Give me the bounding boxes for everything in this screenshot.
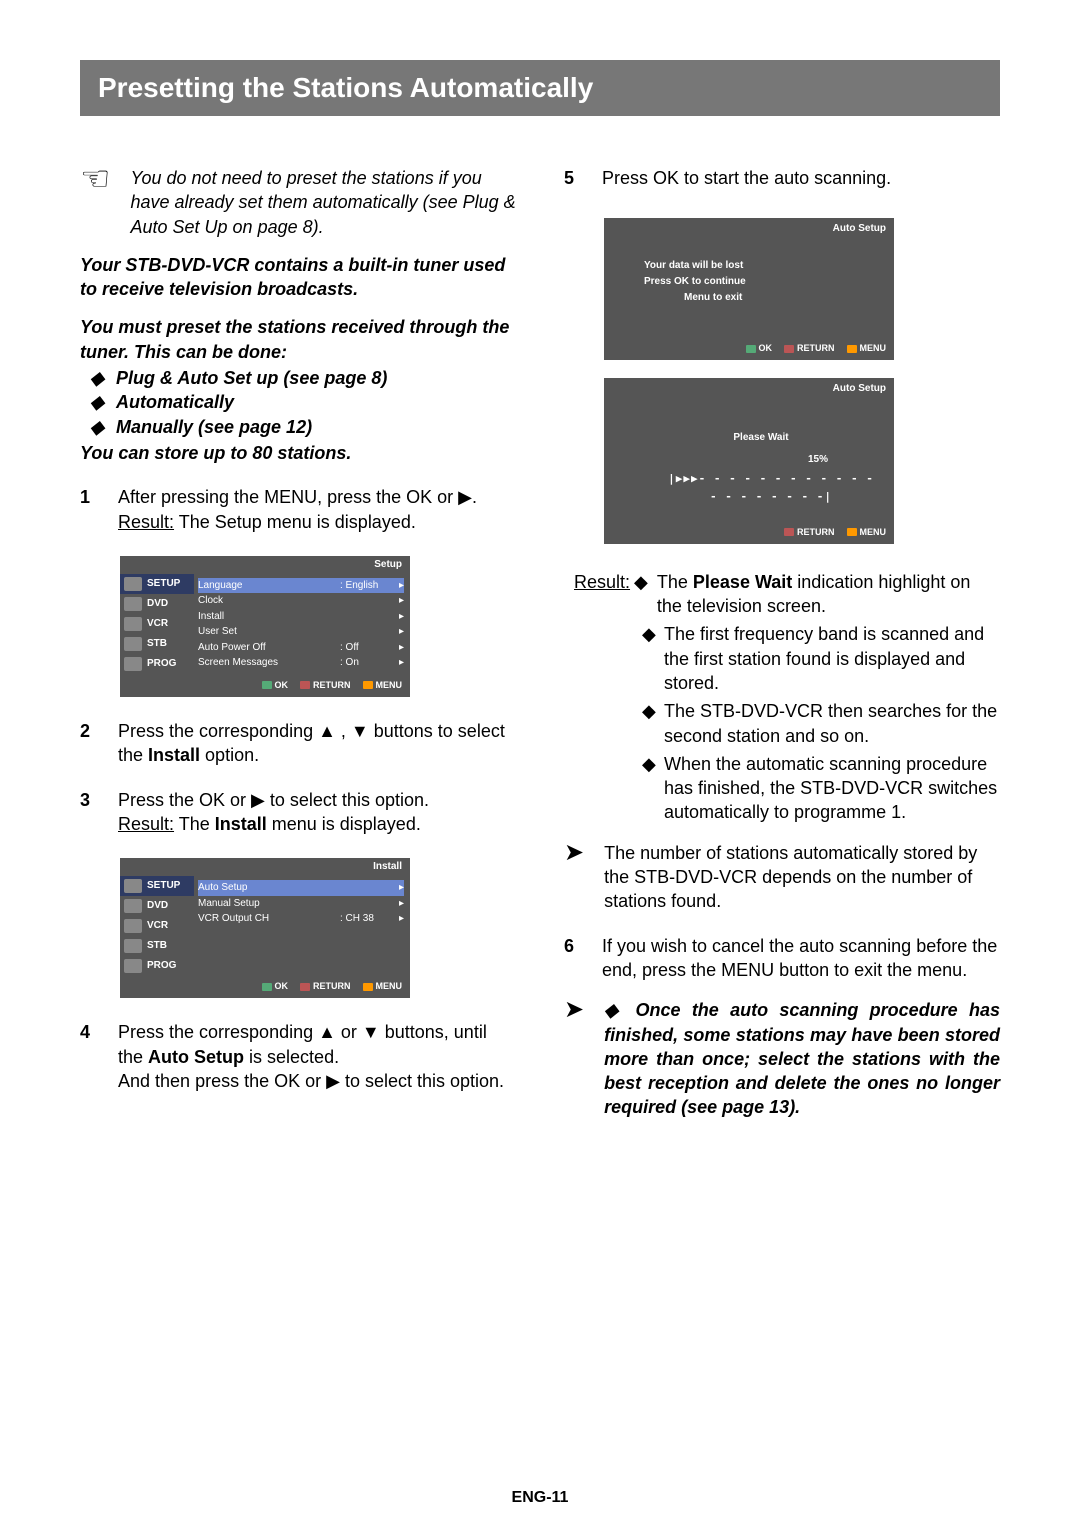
return-hint: RETURN bbox=[300, 679, 351, 691]
gear-icon bbox=[124, 577, 142, 591]
vcr-icon bbox=[124, 919, 142, 933]
content-columns: ☜ You do not need to preset the stations… bbox=[80, 166, 1000, 1120]
page-title: Presetting the Stations Automatically bbox=[80, 60, 1000, 116]
vcr-icon bbox=[124, 617, 142, 631]
step-text: After pressing the MENU, press the OK or… bbox=[118, 485, 477, 534]
as-line: Your data will be lost bbox=[644, 258, 878, 274]
method-item: Plug & Auto Set up (see page 8) bbox=[116, 366, 516, 390]
osd-side-setup: SETUP bbox=[120, 574, 194, 594]
hand-icon: ☜ bbox=[80, 162, 110, 235]
ok-hint: OK bbox=[262, 679, 289, 691]
step-text: Press the OK or ▶ to select this option.… bbox=[118, 788, 429, 837]
gear-icon bbox=[124, 879, 142, 893]
after-result-note: ➤ The number of stations automatically s… bbox=[564, 841, 1000, 914]
stb-icon bbox=[124, 637, 142, 651]
arrow-icon: ➤ bbox=[564, 998, 584, 1119]
result-item: When the automatic scanning procedure ha… bbox=[642, 752, 1000, 825]
page-footer: ENG-11 bbox=[0, 1489, 1080, 1507]
result-block: Result: ◆ The Please Wait indication hig… bbox=[564, 570, 1000, 825]
osd-header: Auto Setup bbox=[604, 218, 894, 238]
step-text: Press the corresponding ▲ or ▼ buttons, … bbox=[118, 1020, 516, 1093]
step-text: Press the corresponding ▲ , ▼ buttons to… bbox=[118, 719, 516, 768]
osd-side-prog: PROG bbox=[120, 654, 194, 674]
step-number: 6 bbox=[564, 934, 584, 983]
method-item: Automatically bbox=[116, 390, 516, 414]
method-item: Manually (see page 12) bbox=[116, 415, 516, 439]
step-number: 5 bbox=[564, 166, 584, 190]
diamond-bullet: ◆ bbox=[604, 1000, 635, 1020]
intro-note: You do not need to preset the stations i… bbox=[130, 166, 516, 239]
stb-icon bbox=[124, 939, 142, 953]
step-1-line: After pressing the MENU, press the OK or… bbox=[118, 487, 477, 507]
osd-setup-screen: Setup SETUP DVD VCR STB PROG Language: E… bbox=[120, 556, 410, 697]
result-label: Result: bbox=[574, 570, 630, 619]
step-1: 1 After pressing the MENU, press the OK … bbox=[80, 485, 516, 534]
osd-autosetup-confirm: Auto Setup Your data will be lost Press … bbox=[604, 218, 894, 360]
osd-header: Install bbox=[120, 858, 410, 876]
osd-side-vcr: VCR bbox=[120, 614, 194, 634]
result-text: The Setup menu is displayed. bbox=[174, 512, 416, 532]
osd-footer: OK RETURN MENU bbox=[120, 976, 410, 998]
result-item: The first frequency band is scanned and … bbox=[642, 622, 1000, 695]
step-number: 4 bbox=[80, 1020, 100, 1093]
result-item: The STB-DVD-VCR then searches for the se… bbox=[642, 699, 1000, 748]
intro-2: You must preset the stations received th… bbox=[80, 315, 516, 364]
osd-header: Auto Setup bbox=[604, 378, 894, 398]
dvd-icon bbox=[124, 899, 142, 913]
methods-list: Plug & Auto Set up (see page 8) Automati… bbox=[80, 366, 516, 439]
osd-sidebar: SETUP DVD VCR STB PROG bbox=[120, 574, 194, 675]
osd-header: Setup bbox=[120, 556, 410, 574]
menu-hint: MENU bbox=[363, 679, 403, 691]
progress-percent: 15% bbox=[644, 452, 878, 468]
step-number: 2 bbox=[80, 719, 100, 768]
step-text: If you wish to cancel the auto scanning … bbox=[602, 934, 1000, 983]
prog-icon bbox=[124, 657, 142, 671]
osd-main: Language: English▸ Clock▸ Install▸ User … bbox=[194, 574, 410, 675]
arrow-icon: ➤ bbox=[564, 841, 584, 914]
step-number: 1 bbox=[80, 485, 100, 534]
prog-icon bbox=[124, 959, 142, 973]
step-6: 6 If you wish to cancel the auto scannin… bbox=[564, 934, 1000, 983]
final-note-text: Once the auto scanning procedure has fin… bbox=[604, 1000, 1000, 1117]
right-column: 5 Press OK to start the auto scanning. A… bbox=[564, 166, 1000, 1120]
as-line: Press OK to continue bbox=[644, 274, 878, 290]
step-text: Press OK to start the auto scanning. bbox=[602, 166, 891, 190]
intro-1: Your STB-DVD-VCR contains a built-in tun… bbox=[80, 253, 516, 302]
store-note: You can store up to 80 stations. bbox=[80, 441, 516, 465]
step-number: 3 bbox=[80, 788, 100, 837]
osd-install-screen: Install SETUP DVD VCR STB PROG Auto Setu… bbox=[120, 858, 410, 998]
progress-bar: |▶▶▶- - - - - - - - - - - - - - - - - - … bbox=[644, 470, 878, 505]
result-label: Result: bbox=[118, 512, 174, 532]
osd-footer: OK RETURN MENU bbox=[604, 338, 894, 360]
step-2: 2 Press the corresponding ▲ , ▼ buttons … bbox=[80, 719, 516, 768]
left-column: ☜ You do not need to preset the stations… bbox=[80, 166, 516, 1120]
step-3: 3 Press the OK or ▶ to select this optio… bbox=[80, 788, 516, 837]
osd-side-dvd: DVD bbox=[120, 594, 194, 614]
dvd-icon bbox=[124, 597, 142, 611]
osd-footer: RETURN MENU bbox=[604, 522, 894, 544]
osd-footer: OK RETURN MENU bbox=[120, 675, 410, 697]
final-note: ➤ ◆ Once the auto scanning procedure has… bbox=[564, 998, 1000, 1119]
please-wait-label: Please Wait bbox=[644, 430, 878, 446]
step-5: 5 Press OK to start the auto scanning. bbox=[564, 166, 1000, 190]
osd-side-stb: STB bbox=[120, 634, 194, 654]
note-text: The number of stations automatically sto… bbox=[604, 841, 1000, 914]
result-first: The Please Wait indication highlight on … bbox=[657, 570, 1000, 619]
as-line: Menu to exit bbox=[644, 290, 878, 306]
hand-note: ☜ You do not need to preset the stations… bbox=[80, 166, 516, 239]
step-4: 4 Press the corresponding ▲ or ▼ buttons… bbox=[80, 1020, 516, 1093]
osd-sidebar: SETUP DVD VCR STB PROG bbox=[120, 876, 194, 976]
result-list: The first frequency band is scanned and … bbox=[564, 622, 1000, 824]
osd-autosetup-progress: Auto Setup Please Wait 15% |▶▶▶- - - - -… bbox=[604, 378, 894, 543]
